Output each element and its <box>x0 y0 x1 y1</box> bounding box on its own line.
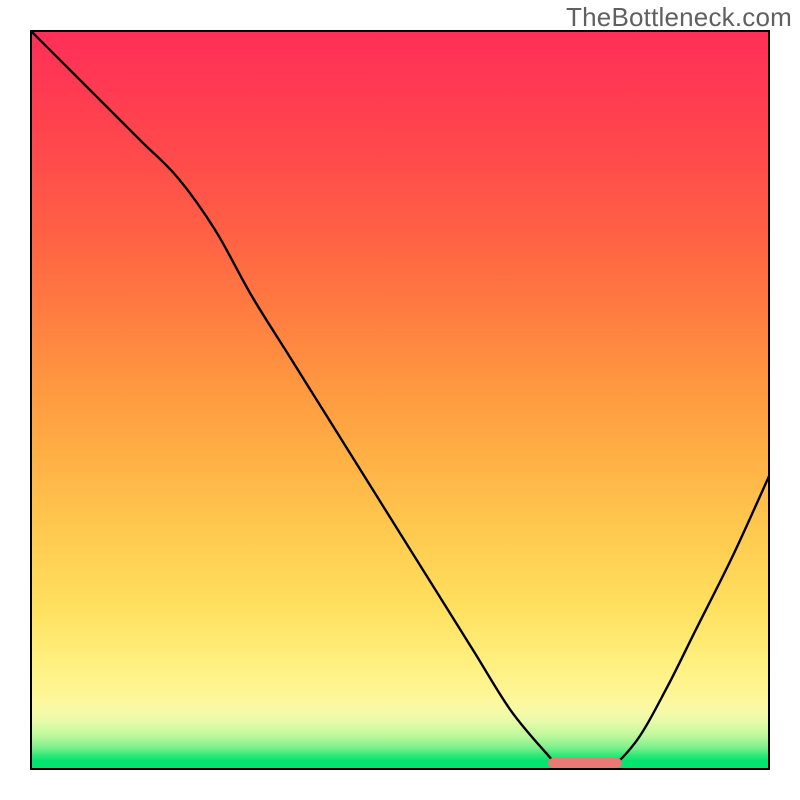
watermark-text: TheBottleneck.com <box>566 2 792 33</box>
chart-plot-area <box>30 30 770 770</box>
chart-background-gradient <box>30 30 770 770</box>
minimum-indicator <box>548 758 622 768</box>
